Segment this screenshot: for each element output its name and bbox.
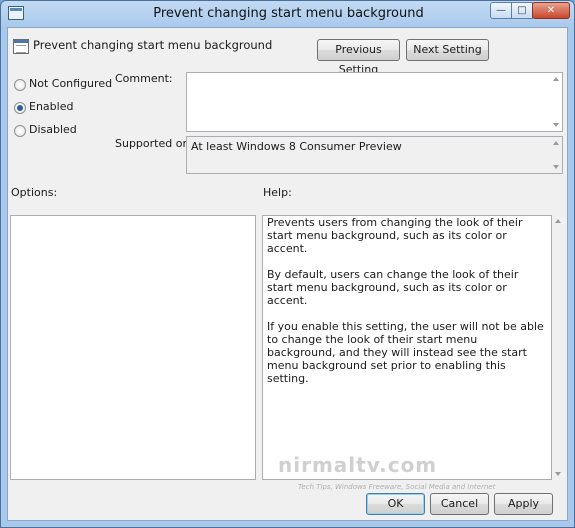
help-paragraph: If you enable this setting, the user wil… [267, 320, 544, 385]
radio-button[interactable] [14, 79, 26, 91]
options-label: Options: [11, 186, 58, 199]
ok-button[interactable]: OK [366, 493, 425, 515]
close-button[interactable]: ✕ [532, 2, 570, 19]
help-paragraph: By default, users can change the look of… [267, 268, 519, 307]
minimize-icon: — [496, 5, 506, 16]
radio-label: Enabled [29, 100, 74, 113]
policy-name: Prevent changing start menu background [33, 38, 273, 52]
supported-on-value: At least Windows 8 Consumer Preview [191, 140, 402, 153]
radio-label: Disabled [29, 123, 77, 136]
supported-on-field: At least Windows 8 Consumer Preview [186, 136, 563, 174]
title-bar[interactable]: Prevent changing start menu background —… [1, 1, 575, 27]
options-pane [10, 215, 256, 480]
scroll-up-arrow-icon[interactable] [553, 77, 559, 81]
scroll-down-arrow-icon[interactable] [553, 123, 559, 127]
help-paragraph: Prevents users from changing the look of… [267, 216, 523, 255]
apply-button[interactable]: Apply [494, 493, 553, 515]
watermark-tagline: Tech Tips, Windows Freeware, Social Medi… [298, 483, 496, 491]
help-label: Help: [263, 186, 292, 199]
close-icon: ✕ [546, 5, 556, 16]
radio-button[interactable] [14, 125, 26, 137]
maximize-button[interactable]: □ [511, 2, 533, 19]
radio-label: Not Configured [29, 77, 113, 90]
comment-scrollbar[interactable] [548, 73, 562, 131]
minimize-button[interactable]: — [490, 2, 512, 19]
scroll-down-arrow-icon[interactable] [555, 472, 561, 476]
supported-scrollbar[interactable] [548, 137, 562, 173]
watermark-logo: nirmaltv.com [278, 453, 438, 477]
scroll-down-arrow-icon[interactable] [553, 165, 559, 169]
radio-button[interactable] [14, 102, 26, 114]
dialog-client-area: Prevent changing start menu background P… [7, 27, 568, 521]
supported-on-label: Supported on: [115, 137, 194, 150]
help-text: Prevents users from changing the look of… [267, 216, 547, 398]
help-scrollbar[interactable] [552, 215, 564, 480]
comment-label: Comment: [115, 72, 173, 85]
maximize-icon: □ [517, 5, 527, 16]
scroll-up-arrow-icon[interactable] [555, 219, 561, 223]
next-setting-button[interactable]: Next Setting [406, 39, 489, 61]
policy-dialog-window: Prevent changing start menu background —… [0, 0, 575, 528]
help-pane: Prevents users from changing the look of… [262, 215, 552, 480]
cancel-button[interactable]: Cancel [430, 493, 489, 515]
window-title: Prevent changing start menu background [153, 6, 424, 21]
previous-setting-button[interactable]: Previous Setting [317, 39, 400, 76]
policy-icon [13, 39, 29, 54]
comment-field[interactable] [186, 72, 563, 132]
scroll-up-arrow-icon[interactable] [553, 141, 559, 145]
